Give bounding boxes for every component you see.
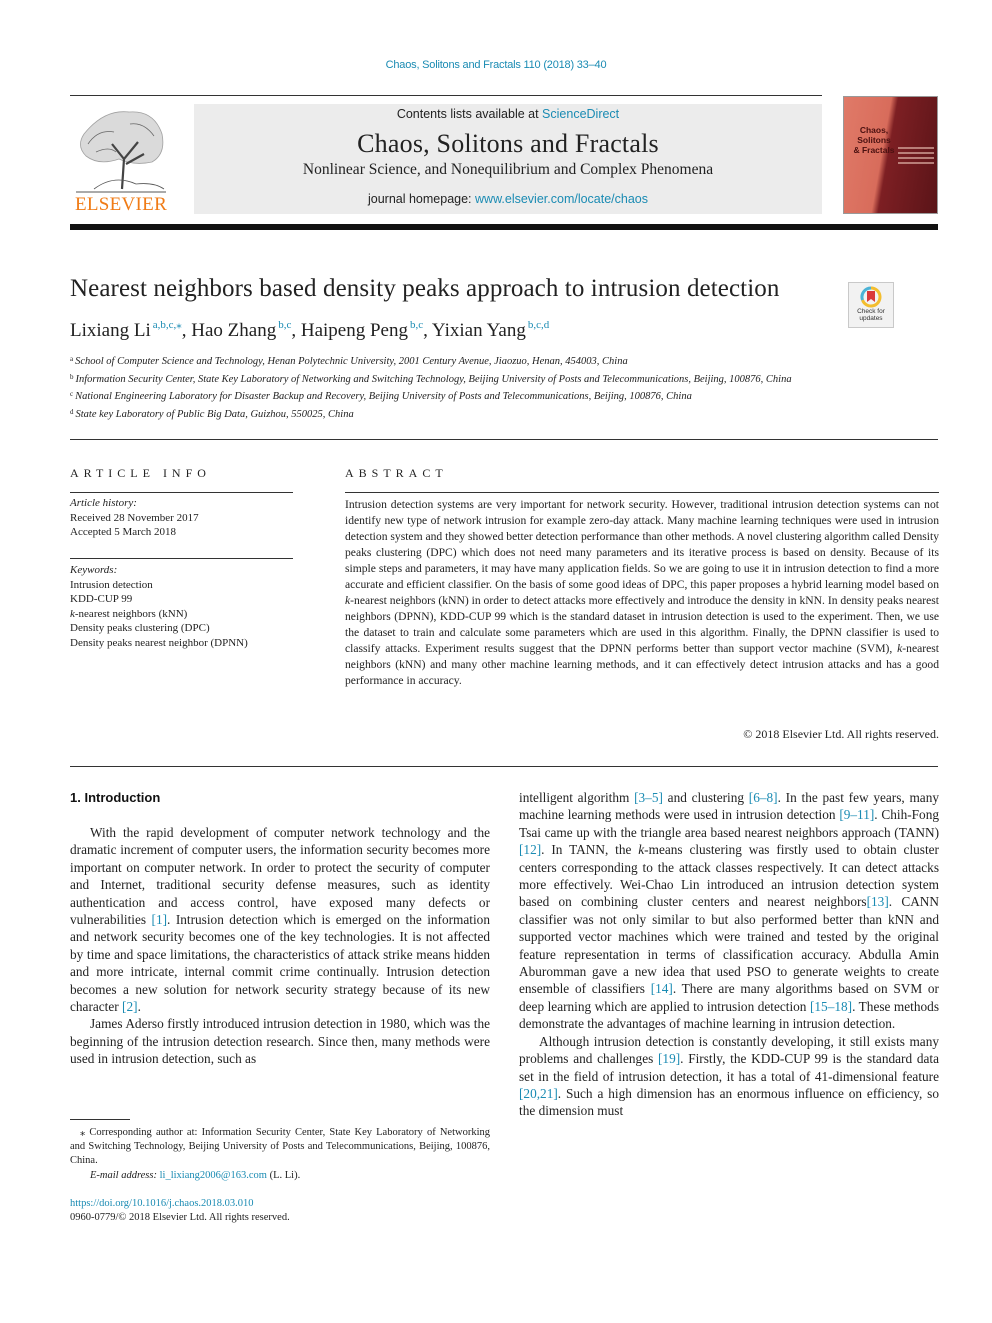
body-column-right: intelligent algorithm [3–5] and clusteri… (519, 789, 939, 1120)
check-updates-label: Check for (857, 308, 885, 315)
homepage-line: journal homepage: www.elsevier.com/locat… (194, 192, 822, 206)
cover-title-line: & Fractals (853, 145, 895, 155)
contents-prefix: Contents lists available at (396, 107, 543, 121)
author-affiliation-marks[interactable]: b,c,d (528, 319, 549, 331)
keywords-label: Keywords: (70, 564, 118, 576)
affiliation-text: School of Computer Science and Technolog… (75, 356, 628, 367)
affiliation-key: a (70, 355, 74, 363)
section-heading-introduction: 1. Introduction (70, 790, 161, 805)
affiliation-item: c National Engineering Laboratory for Dis… (70, 387, 830, 405)
reference-link[interactable]: [1] (152, 912, 168, 927)
affiliation-key: d (70, 407, 74, 416)
issn-copyright: 0960-0779/© 2018 Elsevier Ltd. All right… (70, 1212, 290, 1223)
reference-link[interactable]: [3–5] (634, 790, 663, 805)
tree-icon (76, 111, 166, 193)
author-list: Lixiang Li a,b,c,⁎, Hao Zhang b,c, Haipeng… (70, 319, 550, 341)
affiliation-text: Information Security Center, State Key L… (75, 373, 792, 385)
homepage-prefix: journal homepage: (367, 192, 476, 206)
journal-subtitle: Nonlinear Science, and Nonequilibrium an… (302, 161, 714, 178)
affiliation-key: b (70, 372, 74, 381)
body-paragraph: With the rapid development of computer n… (70, 825, 490, 1015)
history-label: Article history: (70, 497, 137, 509)
header-rule (70, 95, 822, 96)
keywords-block: Keywords: Intrusion detection KDD-CUP 99… (70, 563, 295, 650)
reference-link[interactable]: [20,21] (519, 1086, 558, 1101)
doi-link[interactable]: https://doi.org/10.1016/j.chaos.2018.03.… (70, 1198, 254, 1209)
paper-title: Nearest neighbors based density peaks ap… (70, 275, 780, 302)
abstract-rule (345, 492, 939, 493)
contents-line: Contents lists available at ScienceDirec… (194, 107, 822, 121)
abstract-bottom-rule (70, 766, 938, 767)
check-updates-label: updates (859, 315, 883, 322)
footnote-rule (70, 1119, 130, 1120)
reference-link[interactable]: [6–8] (749, 790, 778, 805)
affiliation-item: d State key Laboratory of Public Big Data… (70, 405, 830, 423)
affiliation-key: c (70, 390, 74, 398)
accepted-date: Accepted 5 March 2018 (70, 526, 176, 538)
cover-title: Chaos, Solitons & Fractals (848, 125, 900, 155)
journal-homepage-link[interactable]: www.elsevier.com/locate/chaos (475, 192, 648, 206)
reference-link[interactable]: [12] (519, 842, 541, 857)
cover-title-line: Chaos, (859, 125, 889, 135)
keyword: KDD-CUP 99 (70, 593, 133, 605)
reference-link[interactable]: [19] (658, 1051, 680, 1066)
reference-link[interactable]: [13] (867, 894, 889, 909)
author-name[interactable]: Haipeng Peng (301, 320, 408, 341)
journal-masthead: Contents lists available at ScienceDirec… (194, 104, 822, 214)
reference-link[interactable]: [9–11] (839, 807, 874, 822)
keyword: k-nearest neighbors (kNN) (70, 607, 188, 620)
author-email-link[interactable]: li_lixiang2006@163.com (160, 1170, 267, 1181)
affiliation-item: a School of Computer Science and Technolo… (70, 352, 830, 370)
journal-name: Chaos, Solitons and Fractals (357, 129, 659, 158)
reference-link[interactable]: [14] (651, 981, 673, 996)
reference-link[interactable]: [15–18] (810, 999, 852, 1014)
publisher-name: ELSEVIER (74, 194, 168, 215)
keyword: Density peaks nearest neighbor (DPNN) (70, 636, 248, 649)
journal-cover-thumbnail[interactable]: Chaos, Solitons & Fractals (843, 96, 938, 214)
email-label: E-mail address: (90, 1170, 160, 1181)
article-info-heading: ARTICLE INFO (70, 466, 211, 480)
abstract-text: Intrusion detection systems are very imp… (345, 498, 940, 687)
keyword: Intrusion detection (70, 578, 153, 591)
elsevier-logo[interactable]: ELSEVIER (70, 104, 172, 216)
email-line: E-mail address: li_lixiang2006@163.com (… (90, 1170, 300, 1181)
article-history: Article history: Received 28 November 20… (70, 496, 295, 540)
abstract-heading: ABSTRACT (345, 466, 448, 480)
body-column-left: With the rapid development of computer n… (70, 824, 490, 1068)
bookmark-badge-icon (860, 286, 882, 308)
author-affiliation-marks[interactable]: b,c (278, 319, 291, 331)
affiliations: a School of Computer Science and Technolo… (70, 352, 830, 422)
abstract-copyright: © 2018 Elsevier Ltd. All rights reserved… (743, 727, 939, 741)
cover-title-line: Solitons (857, 135, 891, 145)
author-name[interactable]: Yixian Yang (432, 320, 526, 341)
author-name[interactable]: Lixiang Li (70, 320, 151, 341)
author-name[interactable]: Hao Zhang (191, 320, 276, 341)
affiliation-text: State key Laboratory of Public Big Data,… (75, 408, 354, 420)
body-paragraph: intelligent algorithm [3–5] and clusteri… (519, 790, 940, 1032)
keyword: Density peaks clustering (DPC) (70, 622, 210, 634)
sciencedirect-link[interactable]: ScienceDirect (542, 107, 619, 121)
check-for-updates-button[interactable]: Check for updates (848, 282, 894, 328)
keywords-rule (70, 558, 293, 559)
reference-link[interactable]: [2] (122, 999, 138, 1014)
affiliation-item: b Information Security Center, State Key … (70, 370, 830, 388)
received-date: Received 28 November 2017 (70, 511, 199, 524)
email-suffix: (L. Li). (266, 1170, 301, 1181)
author-affiliation-marks[interactable]: b,c (410, 319, 423, 331)
body-paragraph: James Aderso firstly introduced intrusio… (70, 1016, 490, 1067)
cover-decoration (898, 147, 934, 167)
affiliations-rule (70, 439, 938, 440)
masthead-bottom-rule (70, 224, 938, 230)
journal-citation-link[interactable]: Chaos, Solitons and Fractals 110 (2018) … (0, 59, 992, 71)
author-affiliation-marks[interactable]: a,b,c,⁎ (153, 319, 182, 331)
article-info-rule (70, 492, 293, 493)
body-paragraph: Although intrusion detection is constant… (519, 1033, 939, 1119)
corresponding-author-note: ⁎ Corresponding author at: Information S… (70, 1127, 490, 1166)
affiliation-text: National Engineering Laboratory for Disa… (75, 391, 692, 402)
